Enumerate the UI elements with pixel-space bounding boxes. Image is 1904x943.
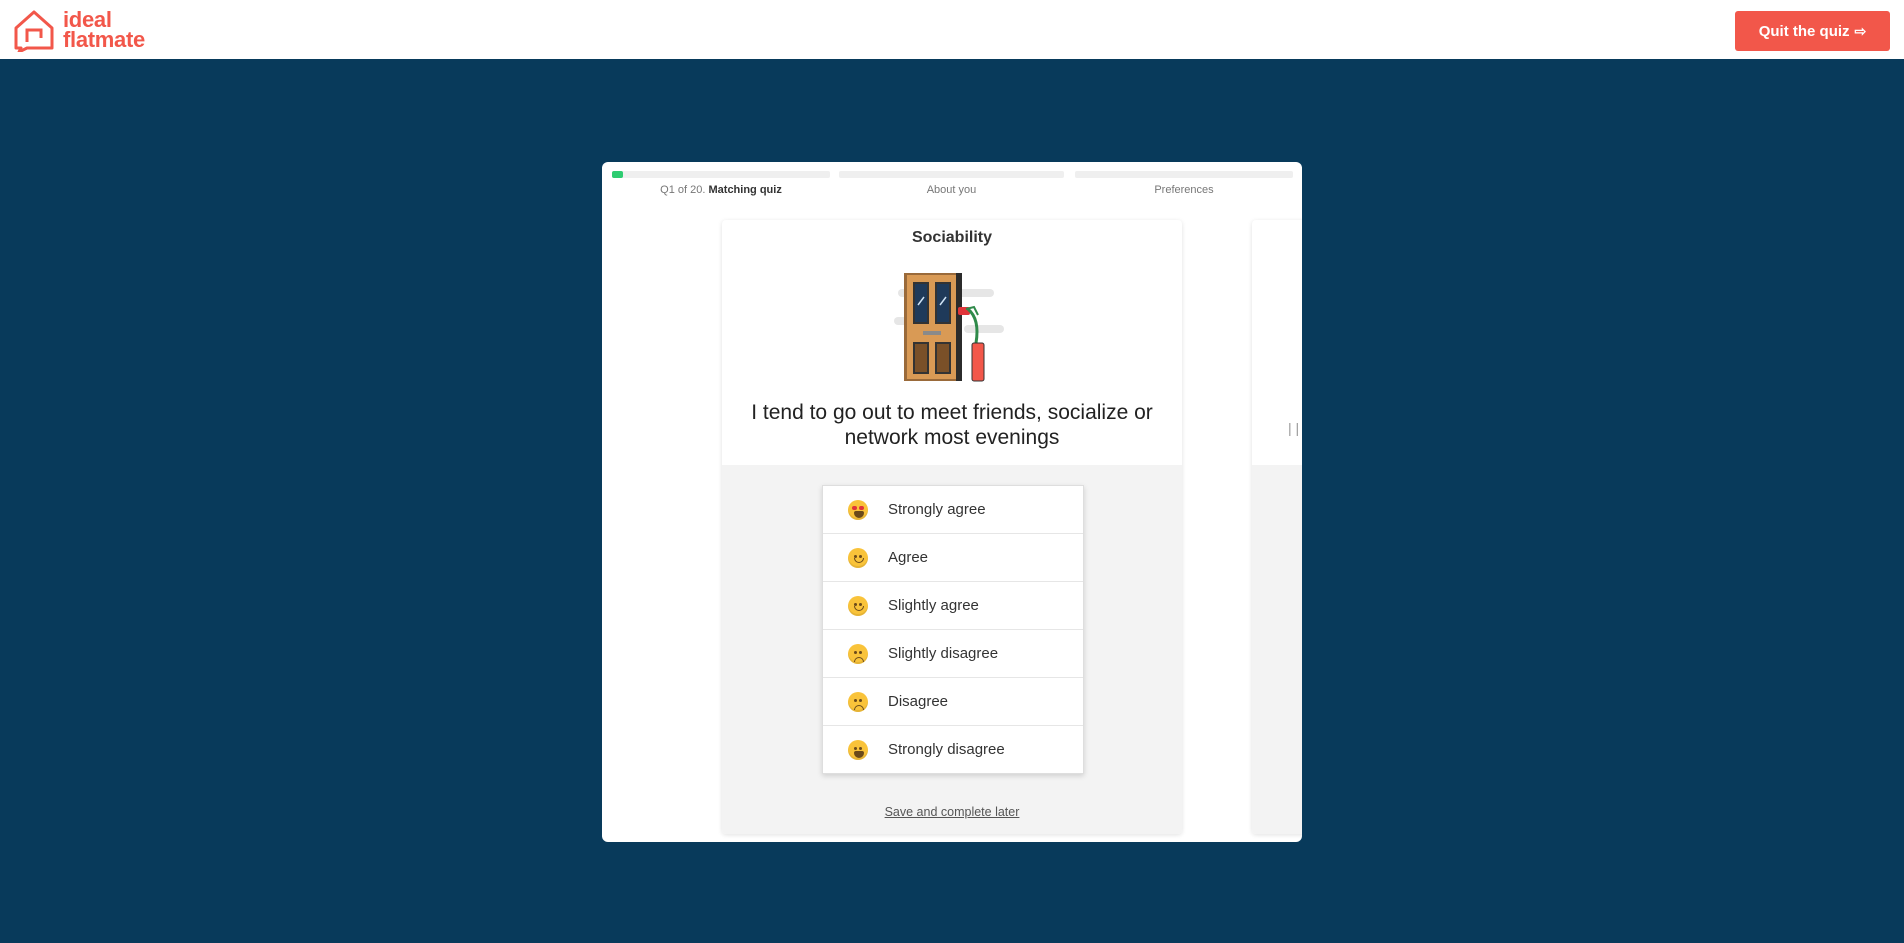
answer-strongly-agree[interactable]: Strongly agree: [823, 486, 1083, 534]
progress-label-preferences: Preferences: [1154, 184, 1214, 196]
question-counter: Q1 of 20.: [660, 184, 706, 196]
answer-list: Strongly agree Agree Slightly agree Slig…: [822, 485, 1084, 774]
top-navigation-bar: ideal flatmate Quit the quiz ⇨: [0, 0, 1904, 59]
answer-agree[interactable]: Agree: [823, 534, 1083, 582]
step-name: Matching quiz: [708, 184, 782, 196]
answer-label: Agree: [888, 549, 929, 566]
door-illustration-icon: [894, 273, 1004, 382]
progress-bar-matching-quiz: [612, 171, 830, 178]
quit-quiz-label: Quit the quiz: [1758, 22, 1850, 40]
answer-label: Slightly disagree: [888, 645, 999, 662]
question-text: I tend to go out to meet friends, social…: [751, 401, 1153, 449]
house-chat-logo-icon: [14, 10, 54, 52]
slight-frown-emoji-icon: [848, 643, 868, 664]
question-category: Sociability: [911, 229, 993, 246]
answers-area: Strongly agree Agree Slightly agree Slig…: [722, 465, 1182, 834]
answer-label: Strongly disagree: [888, 741, 1005, 758]
heart-eyes-emoji-icon: [848, 499, 868, 520]
quit-quiz-button[interactable]: Quit the quiz ⇨: [1735, 11, 1890, 51]
answer-strongly-disagree[interactable]: Strongly disagree: [823, 726, 1083, 773]
answer-label: Disagree: [888, 693, 949, 710]
answer-slightly-disagree[interactable]: Slightly disagree: [823, 630, 1083, 678]
tired-emoji-icon: [848, 739, 868, 760]
question-card: Sociability I tend to go out to meet fri…: [722, 220, 1182, 834]
frown-emoji-icon: [848, 691, 868, 712]
relieved-emoji-icon: [848, 547, 868, 568]
next-card-answers-area: [1252, 465, 1302, 834]
progress-fill: [612, 171, 623, 178]
answer-disagree[interactable]: Disagree: [823, 678, 1083, 726]
next-question-card-preview[interactable]: | |: [1252, 220, 1302, 834]
save-and-complete-later-link[interactable]: Save and complete later: [722, 805, 1182, 819]
ideal-flatmate-logo[interactable]: ideal flatmate: [13, 8, 163, 54]
sign-out-icon: ⇨: [1854, 22, 1867, 39]
progress-label-matching-quiz: Q1 of 20. Matching quiz: [612, 184, 830, 196]
quiz-panel: Q1 of 20. Matching quiz About you Prefer…: [602, 162, 1302, 842]
progress-bar-preferences: [1075, 171, 1293, 178]
answer-slightly-agree[interactable]: Slightly agree: [823, 582, 1083, 630]
slight-smile-emoji-icon: [848, 595, 868, 616]
answer-label: Slightly agree: [888, 597, 979, 614]
logo-text-flatmate: flatmate: [63, 27, 145, 52]
progress-bar-about-you: [839, 171, 1064, 178]
answer-label: Strongly agree: [888, 501, 986, 518]
progress-label-about-you: About you: [926, 184, 977, 196]
next-card-text: | |: [1288, 420, 1300, 436]
